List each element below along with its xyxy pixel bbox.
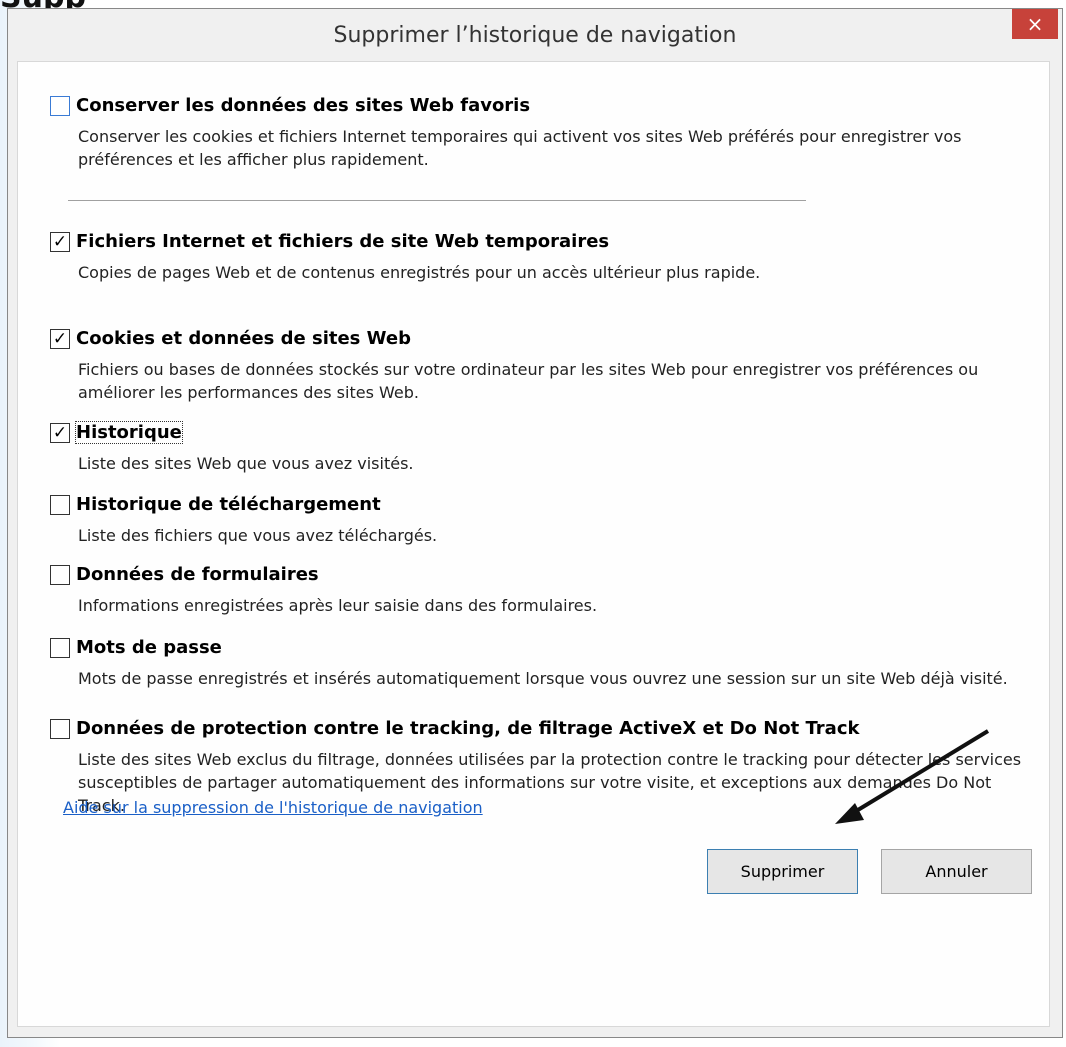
option-description: Conserver les cookies et fichiers Intern… bbox=[78, 127, 962, 169]
delete-history-dialog: Supprimer l’historique de navigation × C… bbox=[7, 8, 1063, 1038]
option-description: Copies de pages Web et de contenus enreg… bbox=[78, 263, 761, 282]
option-description: Liste des sites Web que vous avez visité… bbox=[78, 454, 414, 473]
checkbox-download-history[interactable] bbox=[50, 495, 70, 515]
dialog-content: Conserver les données des sites Web favo… bbox=[17, 61, 1050, 1027]
option-title[interactable]: Historique bbox=[75, 421, 183, 444]
option-title[interactable]: Cookies et données de sites Web bbox=[76, 328, 411, 349]
option-description: Mots de passe enregistrés et insérés aut… bbox=[78, 669, 1008, 688]
checkbox-preserve-favorites[interactable] bbox=[50, 96, 70, 116]
option-description: Liste des fichiers que vous avez télécha… bbox=[78, 526, 438, 545]
checkbox-temp-files[interactable]: ✓ bbox=[50, 232, 70, 252]
checkbox-history[interactable]: ✓ bbox=[50, 423, 70, 443]
help-link[interactable]: Aide sur la suppression de l'historique … bbox=[63, 798, 483, 817]
checkmark-icon: ✓ bbox=[52, 423, 68, 443]
checkmark-icon: ✓ bbox=[52, 232, 68, 252]
dialog-titlebar: Supprimer l’historique de navigation × bbox=[8, 9, 1062, 61]
cancel-button[interactable]: Annuler bbox=[881, 849, 1032, 894]
close-icon: × bbox=[1026, 12, 1044, 36]
option-title[interactable]: Données de formulaires bbox=[76, 564, 319, 585]
delete-button[interactable]: Supprimer bbox=[707, 849, 858, 894]
option-title[interactable]: Conserver les données des sites Web favo… bbox=[76, 95, 530, 116]
checkbox-tracking-protection[interactable] bbox=[50, 719, 70, 739]
close-button[interactable]: × bbox=[1012, 9, 1058, 39]
option-title[interactable]: Fichiers Internet et fichiers de site We… bbox=[76, 231, 609, 252]
option-description: Fichiers ou bases de données stockés sur… bbox=[78, 360, 979, 402]
option-title[interactable]: Historique de téléchargement bbox=[76, 494, 381, 515]
option-title[interactable]: Mots de passe bbox=[76, 637, 222, 658]
dialog-title: Supprimer l’historique de navigation bbox=[333, 23, 737, 48]
checkbox-passwords[interactable] bbox=[50, 638, 70, 658]
checkbox-form-data[interactable] bbox=[50, 565, 70, 585]
option-description: Informations enregistrées après leur sai… bbox=[78, 596, 598, 615]
separator bbox=[68, 200, 806, 201]
checkmark-icon: ✓ bbox=[52, 329, 68, 349]
checkbox-cookies[interactable]: ✓ bbox=[50, 329, 70, 349]
option-title[interactable]: Données de protection contre le tracking… bbox=[76, 718, 859, 739]
